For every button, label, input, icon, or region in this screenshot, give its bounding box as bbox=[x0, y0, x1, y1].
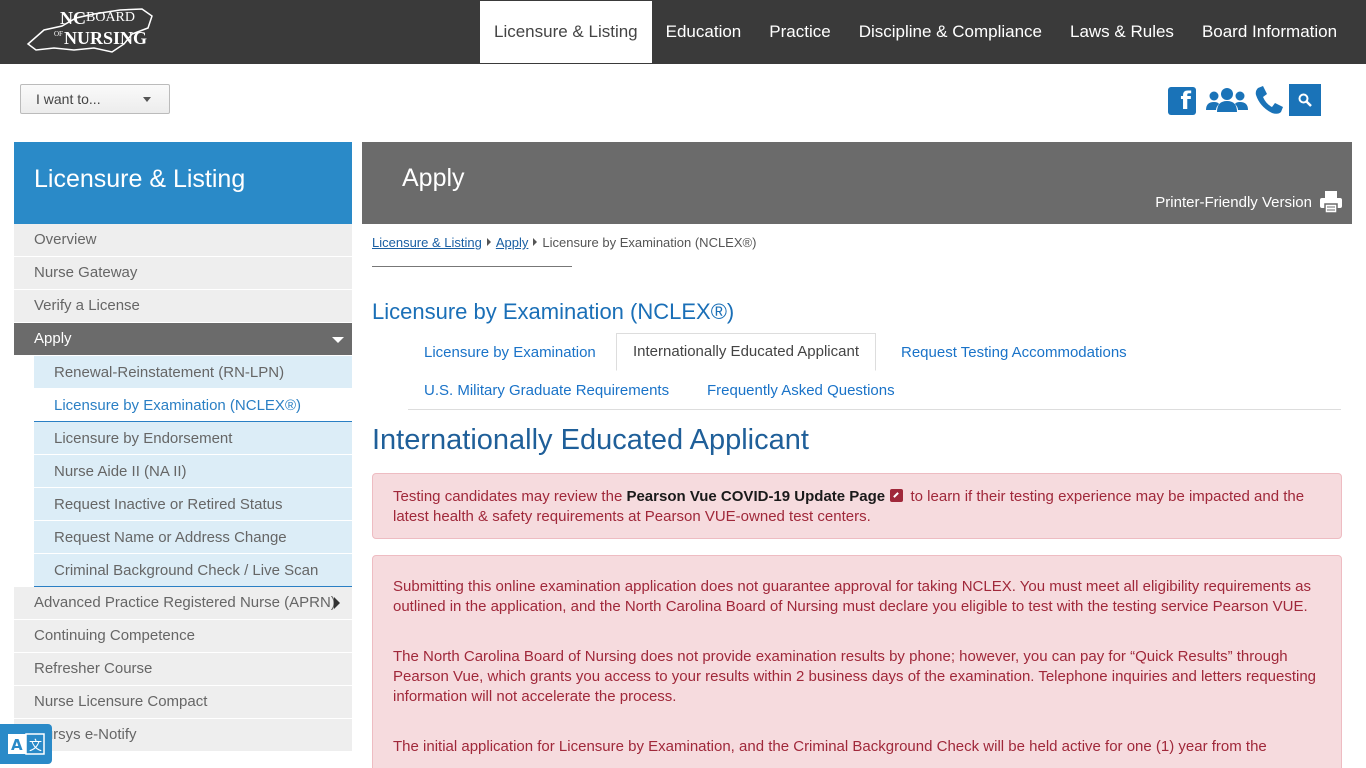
sidebar-item-refresher-course[interactable]: Refresher Course bbox=[14, 653, 352, 686]
tab-request-testing-accommodations[interactable]: Request Testing Accommodations bbox=[901, 344, 1127, 361]
sidebar-item-apply[interactable]: Apply bbox=[14, 323, 352, 356]
alert-text: Testing candidates may review the bbox=[393, 488, 627, 505]
sidebar-subitem-licensure-by-endorsement[interactable]: Licensure by Endorsement bbox=[34, 422, 352, 455]
content-header: Apply Printer-Friendly Version bbox=[362, 142, 1352, 224]
nav-board-information[interactable]: Board Information bbox=[1188, 1, 1351, 63]
people-icon[interactable] bbox=[1206, 86, 1248, 118]
breadcrumb-current: Licensure by Examination (NCLEX®) bbox=[542, 235, 757, 250]
chevron-right-icon bbox=[334, 597, 340, 609]
tab-us-military-graduate-requirements[interactable]: U.S. Military Graduate Requirements bbox=[424, 382, 669, 399]
sidebar-subitem-licensure-by-examination[interactable]: Licensure by Examination (NCLEX®) bbox=[34, 389, 352, 422]
sidebar-item-nurse-gateway[interactable]: Nurse Gateway bbox=[14, 257, 352, 290]
nc-board-of-nursing-logo[interactable]: NC BOARD OF NURSING bbox=[24, 4, 158, 58]
nav-practice[interactable]: Practice bbox=[755, 1, 844, 63]
svg-text:BOARD: BOARD bbox=[86, 10, 135, 25]
breadcrumb-separator-icon bbox=[533, 238, 538, 246]
phone-icon[interactable] bbox=[1252, 84, 1286, 116]
covid-alert: Testing candidates may review the Pearso… bbox=[372, 473, 1342, 539]
search-icon bbox=[1298, 93, 1312, 107]
tab-frequently-asked-questions[interactable]: Frequently Asked Questions bbox=[707, 382, 895, 399]
translate-button[interactable]: A 文 bbox=[0, 724, 52, 764]
printer-friendly-link[interactable]: Printer-Friendly Version bbox=[1155, 190, 1342, 214]
breadcrumb-divider bbox=[372, 266, 572, 267]
tab-licensure-by-examination[interactable]: Licensure by Examination bbox=[424, 344, 596, 361]
alert-paragraph: The initial application for Licensure by… bbox=[393, 738, 1267, 755]
sidebar-item-nurse-licensure-compact[interactable]: Nurse Licensure Compact bbox=[14, 686, 352, 719]
main-nav: Licensure & Listing Education Practice D… bbox=[480, 1, 1351, 63]
tab-bar: Licensure by Examination Internationally… bbox=[408, 333, 1341, 410]
page-title: Apply bbox=[402, 164, 465, 192]
svg-text:NC: NC bbox=[60, 8, 86, 28]
svg-text:文: 文 bbox=[29, 739, 42, 754]
alert-paragraph: Submitting this online examination appli… bbox=[393, 578, 1312, 615]
nav-education[interactable]: Education bbox=[652, 1, 756, 63]
section-title: Licensure by Examination (NCLEX®) bbox=[372, 299, 735, 324]
sidebar-item-nursys-e-notify[interactable]: Nursys e-Notify bbox=[14, 719, 352, 752]
sidebar-subitem-inactive-retired[interactable]: Request Inactive or Retired Status bbox=[34, 488, 352, 521]
page-heading: Internationally Educated Applicant bbox=[372, 424, 809, 456]
alert-paragraph: The North Carolina Board of Nursing does… bbox=[393, 648, 1317, 705]
printer-icon bbox=[1320, 191, 1342, 214]
search-button[interactable] bbox=[1289, 84, 1321, 116]
sidebar-subitem-nurse-aide-ii[interactable]: Nurse Aide II (NA II) bbox=[34, 455, 352, 488]
logo-graphic: NC BOARD OF NURSING bbox=[26, 8, 153, 53]
tab-internationally-educated-applicant[interactable]: Internationally Educated Applicant bbox=[616, 333, 876, 371]
translate-icon: A 文 bbox=[8, 733, 45, 755]
nav-discipline-compliance[interactable]: Discipline & Compliance bbox=[845, 1, 1056, 63]
sidebar-subitem-name-address-change[interactable]: Request Name or Address Change bbox=[34, 521, 352, 554]
printer-friendly-label: Printer-Friendly Version bbox=[1155, 193, 1312, 211]
sidebar-title: Licensure & Listing bbox=[14, 142, 352, 224]
sidebar-item-verify-license[interactable]: Verify a License bbox=[14, 290, 352, 323]
nav-laws-rules[interactable]: Laws & Rules bbox=[1056, 1, 1188, 63]
breadcrumb: Licensure & Listing Apply Licensure by Exa… bbox=[372, 235, 756, 250]
breadcrumb-licensure-listing[interactable]: Licensure & Listing bbox=[372, 235, 482, 250]
breadcrumb-separator-icon bbox=[486, 238, 491, 246]
sidebar-item-continuing-competence[interactable]: Continuing Competence bbox=[14, 620, 352, 653]
svg-text:NURSING: NURSING bbox=[64, 28, 147, 48]
top-navigation-bar: NC BOARD OF NURSING Licensure & Listing … bbox=[0, 0, 1366, 64]
breadcrumb-apply[interactable]: Apply bbox=[496, 235, 529, 250]
sidebar-nav: Overview Nurse Gateway Verify a License … bbox=[14, 224, 352, 752]
eligibility-alert: Submitting this online examination appli… bbox=[372, 555, 1342, 768]
svg-text:A: A bbox=[11, 736, 23, 754]
pearson-vue-covid-link[interactable]: Pearson Vue COVID-19 Update Page bbox=[626, 488, 885, 505]
sidebar-item-overview[interactable]: Overview bbox=[14, 224, 352, 257]
sidebar-subitem-criminal-background-check[interactable]: Criminal Background Check / Live Scan bbox=[34, 554, 352, 587]
chevron-down-icon bbox=[332, 337, 344, 343]
svg-text:OF: OF bbox=[54, 30, 63, 38]
chevron-down-icon bbox=[143, 97, 151, 102]
i-want-to-dropdown[interactable]: I want to... bbox=[20, 84, 170, 114]
facebook-icon[interactable]: f bbox=[1168, 87, 1196, 115]
sidebar-subitem-renewal[interactable]: Renewal-Reinstatement (RN-LPN) bbox=[34, 356, 352, 389]
sidebar-item-label: Advanced Practice Registered Nurse (APRN… bbox=[34, 594, 336, 611]
nav-licensure-listing[interactable]: Licensure & Listing bbox=[480, 1, 652, 63]
i-want-to-label: I want to... bbox=[36, 91, 101, 107]
external-link-icon bbox=[890, 489, 904, 502]
sidebar-item-label: Apply bbox=[34, 330, 72, 347]
sidebar-item-aprn[interactable]: Advanced Practice Registered Nurse (APRN… bbox=[14, 587, 352, 620]
